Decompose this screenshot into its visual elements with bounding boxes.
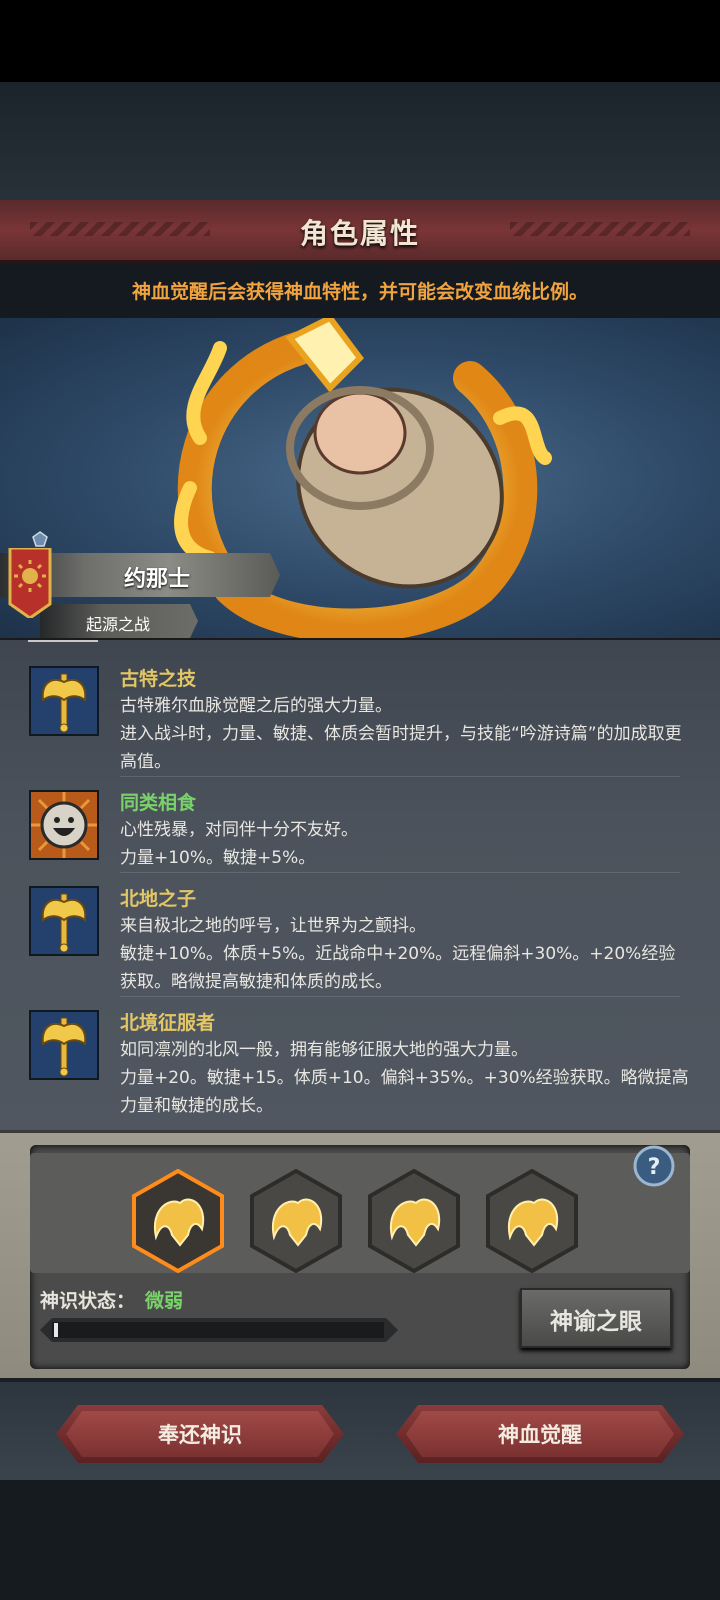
sense-slot-row — [30, 1153, 690, 1273]
background-upper — [0, 82, 720, 200]
sense-progress-bar — [40, 1318, 398, 1342]
trait-desc-line: 古特雅尔血脉觉醒之后的强大力量。 — [120, 696, 392, 716]
trait-description: 古特雅尔血脉觉醒之后的强大力量。 进入战斗时，力量、敏捷、体质会暂时提升，与技能… — [120, 692, 690, 776]
header-bar: 角色属性 — [0, 200, 720, 263]
svg-text:?: ? — [648, 1155, 661, 1180]
scroll-hint — [28, 640, 98, 642]
trait-desc-line: 力量+10%。敏捷+5%。 — [120, 848, 316, 868]
trait-desc-line: 心性残暴，对同伴十分不友好。 — [120, 820, 358, 840]
page-title: 角色属性 — [299, 217, 420, 250]
trait-separator — [120, 872, 680, 873]
blood-awaken-button[interactable]: 神血觉醒 — [396, 1405, 684, 1463]
origin-banner: 起源之战 — [40, 604, 198, 638]
trait-name: 古特之技 — [120, 668, 197, 690]
divine-sense-slot[interactable] — [366, 1169, 462, 1273]
trait-description: 来自极北之地的呼号，让世界为之颤抖。 敏捷+10%。体质+5%。近战命中+20%… — [120, 912, 690, 996]
blood-awaken-label: 神血觉醒 — [498, 1423, 582, 1447]
golden-axe-icon — [29, 1010, 99, 1080]
trait-description: 心性残暴，对同伴十分不友好。 力量+10%。敏捷+5%。 — [120, 816, 690, 872]
divine-sense-slot-selected[interactable] — [130, 1169, 226, 1273]
sun-banner-icon — [8, 548, 52, 618]
smiley-face-icon — [29, 790, 99, 860]
trait-separator — [120, 996, 680, 997]
trait-name: 北境征服者 — [120, 1012, 216, 1034]
trait-description: 如同凛冽的北风一般，拥有能够征服大地的强大力量。 力量+20。敏捷+15。体质+… — [120, 1036, 690, 1120]
oracle-eye-button[interactable]: 神谕之眼 — [520, 1288, 672, 1348]
return-sense-label: 奉还神识 — [158, 1423, 242, 1447]
trait-name: 同类相食 — [120, 792, 197, 814]
hint-text: 神血觉醒后会获得神血特性，并可能会改变血统比例。 — [131, 281, 588, 303]
rank-icon — [32, 531, 48, 547]
trait-desc-line: 如同凛冽的北风一般，拥有能够征服大地的强大力量。 — [120, 1040, 528, 1060]
trait-desc-line: 力量+20。敏捷+15。体质+10。偏斜+35%。+30%经验获取。略微提高力量… — [120, 1068, 689, 1116]
return-sense-button[interactable]: 奉还神识 — [56, 1405, 344, 1463]
background-lower — [0, 1480, 720, 1600]
character-name: 约那士 — [124, 567, 191, 592]
progress-fill — [54, 1323, 58, 1337]
oracle-eye-label: 神谕之眼 — [550, 1309, 642, 1335]
hint-bar: 神血觉醒后会获得神血特性，并可能会改变血统比例。 — [0, 263, 720, 318]
trait-separator — [120, 776, 680, 777]
trait-desc-line: 进入战斗时，力量、敏捷、体质会暂时提升，与技能“吟游诗篇”的加成取更高值。 — [120, 724, 682, 772]
trait-desc-line: 来自极北之地的呼号，让世界为之颤抖。 — [120, 916, 426, 936]
golden-axe-icon — [29, 666, 99, 736]
question-icon[interactable]: ? — [632, 1144, 676, 1188]
status-bar-area — [0, 0, 720, 82]
divine-sense-slot[interactable] — [484, 1169, 580, 1273]
divine-sense-slot[interactable] — [248, 1169, 344, 1273]
trait-name: 北地之子 — [120, 888, 197, 910]
golden-axe-icon — [29, 886, 99, 956]
sense-status-label: 神识状态： — [40, 1290, 136, 1312]
trait-list[interactable]: 古特之技 古特雅尔血脉觉醒之后的强大力量。 进入战斗时，力量、敏捷、体质会暂时提… — [0, 640, 720, 1130]
progress-track — [52, 1322, 384, 1338]
sense-status-value: 微弱 — [145, 1290, 184, 1312]
character-origin: 起源之战 — [86, 615, 151, 634]
trait-desc-line: 敏捷+10%。体质+5%。近战命中+20%。远程偏斜+30%。+20%经验获取。… — [120, 944, 676, 992]
